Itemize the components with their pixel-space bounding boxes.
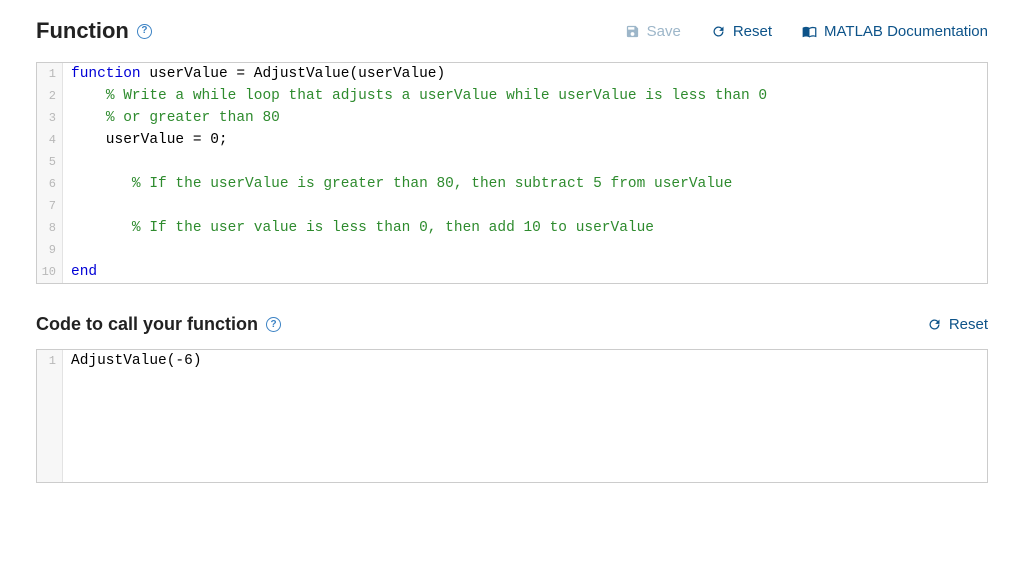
line-number: 5 [37,151,63,173]
help-icon[interactable]: ? [137,24,152,39]
reset-icon [927,317,942,332]
caller-header-left: Code to call your function ? [36,314,281,335]
code-row: 4 userValue = 0; [37,129,987,151]
code-line[interactable]: % Write a while loop that adjusts a user… [63,85,987,107]
code-line[interactable]: function userValue = AdjustValue(userVal… [63,63,987,85]
code-row: 8 % If the user value is less than 0, th… [37,217,987,239]
line-number: 8 [37,217,63,239]
line-number: 2 [37,85,63,107]
save-label: Save [647,23,681,40]
code-line[interactable]: % or greater than 80 [63,107,987,129]
code-row: 6 % If the userValue is greater than 80,… [37,173,987,195]
function-actions: Save Reset MATLAB Documentation [625,23,988,40]
save-button[interactable]: Save [625,23,681,40]
line-number: 6 [37,173,63,195]
line-number: 9 [37,239,63,261]
code-line[interactable] [63,239,987,261]
reset-icon [711,24,726,39]
reset-label: Reset [949,316,988,333]
docs-label: MATLAB Documentation [824,23,988,40]
code-line[interactable]: userValue = 0; [63,129,987,151]
book-icon [802,24,817,39]
code-row: 3 % or greater than 80 [37,107,987,129]
line-number: 3 [37,107,63,129]
line-number: 1 [37,63,63,85]
caller-actions: Reset [927,316,988,333]
function-title: Function [36,18,129,44]
function-header-left: Function ? [36,18,152,44]
caller-code-editor[interactable]: 1AdjustValue(-6) [36,349,988,483]
code-line[interactable] [63,151,987,173]
line-number: 10 [37,261,63,283]
caller-title: Code to call your function [36,314,258,335]
code-line[interactable]: % If the user value is less than 0, then… [63,217,987,239]
help-icon[interactable]: ? [266,317,281,332]
function-code-editor[interactable]: 1function userValue = AdjustValue(userVa… [36,62,988,284]
code-row: 1AdjustValue(-6) [37,350,987,482]
docs-button[interactable]: MATLAB Documentation [802,23,988,40]
code-line[interactable]: % If the userValue is greater than 80, t… [63,173,987,195]
code-line[interactable]: AdjustValue(-6) [63,350,987,482]
code-row: 5 [37,151,987,173]
code-row: 10end [37,261,987,283]
code-row: 2 % Write a while loop that adjusts a us… [37,85,987,107]
code-line[interactable] [63,195,987,217]
code-row: 1function userValue = AdjustValue(userVa… [37,63,987,85]
code-row: 9 [37,239,987,261]
reset-button[interactable]: Reset [927,316,988,333]
function-header: Function ? Save Reset MATLAB Documentati… [36,18,988,44]
save-icon [625,24,640,39]
caller-header: Code to call your function ? Reset [36,314,988,335]
line-number: 4 [37,129,63,151]
reset-button[interactable]: Reset [711,23,772,40]
line-number: 1 [37,350,63,482]
code-line[interactable]: end [63,261,987,283]
line-number: 7 [37,195,63,217]
reset-label: Reset [733,23,772,40]
code-row: 7 [37,195,987,217]
